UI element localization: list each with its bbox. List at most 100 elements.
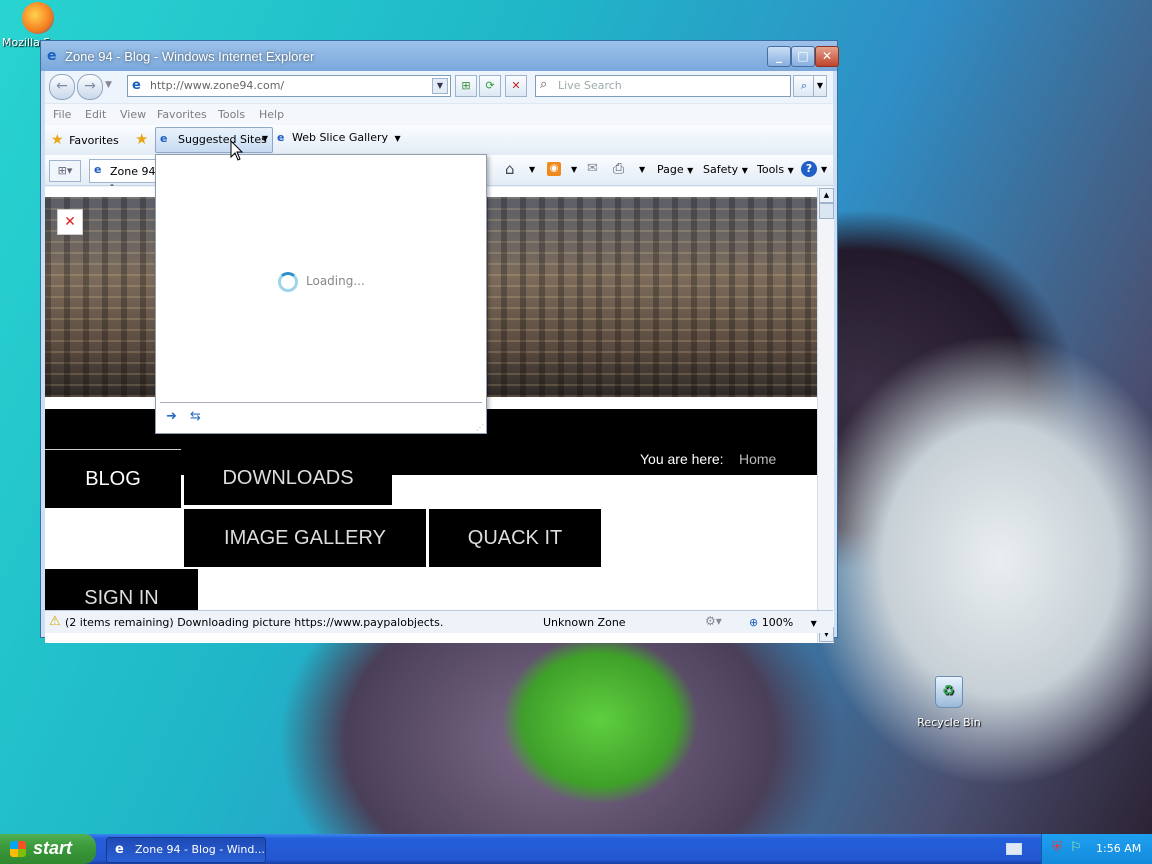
system-tray: ⛨ ⚐ 1:56 AM xyxy=(1041,834,1152,864)
zoom-dropdown-icon: ▼ xyxy=(810,619,817,628)
recycle-bin-icon: ♻ xyxy=(935,676,963,708)
recent-pages-dropdown-icon[interactable]: ▼ xyxy=(105,80,112,90)
firefox-icon xyxy=(22,2,54,34)
web-slice-gallery-button[interactable]: e Web Slice Gallery ▼ xyxy=(277,131,401,144)
help-dropdown-icon[interactable]: ▼ xyxy=(821,165,827,174)
protected-mode-icon[interactable]: ⚙▾ xyxy=(705,614,722,628)
home-icon[interactable]: ⌂ xyxy=(505,160,515,178)
minimize-button[interactable]: _ xyxy=(767,46,791,67)
network-icon[interactable]: ⚐ xyxy=(1070,840,1082,855)
nav-blog[interactable]: BLOG xyxy=(45,449,181,508)
menu-favorites[interactable]: Favorites xyxy=(157,108,207,121)
web-slice-dropdown-icon: ▼ xyxy=(394,134,401,143)
feeds-dropdown-icon[interactable]: ▼ xyxy=(571,165,577,174)
page-icon: e xyxy=(132,78,141,93)
favorites-star-icon: ★ xyxy=(51,132,64,148)
suggested-sites-panel: Loading... ➜ ⇆ ⋰ xyxy=(155,154,487,434)
breadcrumb-home-link[interactable]: Home xyxy=(739,451,776,467)
nav-image-gallery[interactable]: IMAGE GALLERY xyxy=(184,509,426,567)
resize-grip-icon[interactable]: ⋰ xyxy=(476,423,484,432)
suggested-sites-button[interactable]: e Suggested Sites ▼ xyxy=(155,127,273,153)
zoom-control[interactable]: ⊕ 100% ▼ xyxy=(749,616,817,629)
page-menu-dropdown-icon: ▼ xyxy=(687,166,694,175)
security-shield-icon[interactable]: ⛨ xyxy=(1052,840,1062,855)
menu-view[interactable]: View xyxy=(120,108,146,121)
ie-icon: e xyxy=(47,48,57,64)
window-title: Zone 94 - Blog - Windows Internet Explor… xyxy=(65,49,315,64)
taskbar: start e Zone 94 - Blog - Wind... ⛨ ⚐ 1:5… xyxy=(0,834,1152,864)
browser-tab[interactable]: e Zone 94 - xyxy=(89,159,161,191)
page-menu-label: Page xyxy=(657,163,684,176)
loading-text: Loading... xyxy=(306,274,365,288)
mouse-cursor-icon xyxy=(230,140,244,161)
menu-tools[interactable]: Tools xyxy=(218,108,245,121)
read-mail-icon[interactable]: ✉ xyxy=(587,161,598,176)
back-button[interactable]: ← xyxy=(49,74,75,100)
favorites-label: Favorites xyxy=(69,134,119,147)
search-box[interactable]: ⌕ Live Search xyxy=(535,75,791,97)
zoom-level: 100% xyxy=(761,616,794,629)
add-to-favorites-bar-icon[interactable]: ★ xyxy=(135,130,148,148)
menu-help[interactable]: Help xyxy=(259,108,284,121)
web-slice-icon: e xyxy=(277,131,285,144)
nav-downloads[interactable]: DOWNLOADS xyxy=(184,449,392,505)
warning-icon: ⚠ xyxy=(49,614,61,629)
menu-file[interactable]: File xyxy=(53,108,71,121)
address-bar[interactable]: e http://www.zone94.com/ ▼ xyxy=(127,75,451,97)
forward-button[interactable]: → xyxy=(77,74,103,100)
home-dropdown-icon[interactable]: ▼ xyxy=(529,165,535,174)
tools-menu[interactable]: Tools ▼ xyxy=(757,163,794,176)
favorites-bar: ★ Favorites ★ e Suggested Sites ▼ e Web … xyxy=(45,125,833,156)
live-search-icon: ⌕ xyxy=(540,77,548,92)
menu-bar: File Edit View Favorites Tools Help xyxy=(45,103,833,126)
search-button[interactable]: ⌕ xyxy=(793,75,815,97)
navigation-row: ← → ▼ e http://www.zone94.com/ ▼ ⊞ ⟳ ✕ ⌕… xyxy=(45,71,833,103)
page-menu[interactable]: Page ▼ xyxy=(657,163,693,176)
address-text: http://www.zone94.com/ xyxy=(150,79,285,92)
help-icon[interactable]: ? xyxy=(801,161,817,177)
zoom-icon: ⊕ xyxy=(749,616,759,629)
status-text: (2 items remaining) Downloading picture … xyxy=(65,616,444,629)
safety-menu-label: Safety xyxy=(703,163,739,176)
search-placeholder: Live Search xyxy=(558,79,622,92)
broken-image-icon: ✕ xyxy=(57,209,83,235)
taskbar-ie-button[interactable]: e Zone 94 - Blog - Wind... xyxy=(106,837,266,863)
vertical-scrollbar[interactable]: ▲ ▼ xyxy=(817,187,834,643)
suggested-sites-label: Suggested Sites xyxy=(178,133,267,146)
web-slice-label: Web Slice Gallery xyxy=(291,131,389,144)
nav-quack-it[interactable]: QUACK IT xyxy=(429,509,601,567)
search-options-button[interactable]: ▼ xyxy=(813,75,827,97)
refresh-button[interactable]: ⟳ xyxy=(479,75,501,97)
scroll-thumb[interactable] xyxy=(819,203,834,219)
refresh-arrows-icon[interactable]: ⇆ xyxy=(190,409,201,424)
start-label: start xyxy=(33,838,73,858)
close-button[interactable]: ✕ xyxy=(815,46,839,67)
tools-menu-dropdown-icon: ▼ xyxy=(787,166,794,175)
tab-page-icon: e xyxy=(94,163,102,176)
safety-menu[interactable]: Safety ▼ xyxy=(703,163,748,176)
scroll-up-icon[interactable]: ▲ xyxy=(819,188,834,203)
print-dropdown-icon[interactable]: ▼ xyxy=(639,165,645,174)
favorites-button[interactable]: ★ Favorites xyxy=(51,132,119,148)
quick-tabs-icon[interactable]: ⊞▾ xyxy=(49,160,81,182)
taskbar-ie-icon: e xyxy=(115,842,124,857)
recycle-bin-label: Recycle Bin xyxy=(917,716,981,729)
print-icon[interactable]: ⎙ xyxy=(613,161,624,177)
panel-divider xyxy=(160,402,482,403)
address-dropdown-icon[interactable]: ▼ xyxy=(432,78,448,94)
title-bar[interactable]: e Zone 94 - Blog - Windows Internet Expl… xyxy=(41,41,839,71)
go-arrow-icon[interactable]: ➜ xyxy=(166,409,177,424)
keyboard-icon[interactable] xyxy=(1006,843,1022,855)
menu-edit[interactable]: Edit xyxy=(85,108,106,121)
taskbar-ie-label: Zone 94 - Blog - Wind... xyxy=(135,843,265,856)
suggested-dropdown-icon: ▼ xyxy=(261,134,268,143)
safety-menu-dropdown-icon: ▼ xyxy=(741,166,748,175)
zone-text: Unknown Zone xyxy=(543,616,626,629)
compatibility-view-button[interactable]: ⊞ xyxy=(455,75,477,97)
stop-button[interactable]: ✕ xyxy=(505,75,527,97)
maximize-button[interactable]: □ xyxy=(791,46,815,67)
suggested-sites-icon: e xyxy=(160,132,168,145)
start-button[interactable]: start xyxy=(0,834,96,864)
recycle-bin-desktop-icon[interactable]: ♻ Recycle Bin xyxy=(914,676,984,729)
feeds-icon[interactable]: ◉ xyxy=(547,162,561,176)
